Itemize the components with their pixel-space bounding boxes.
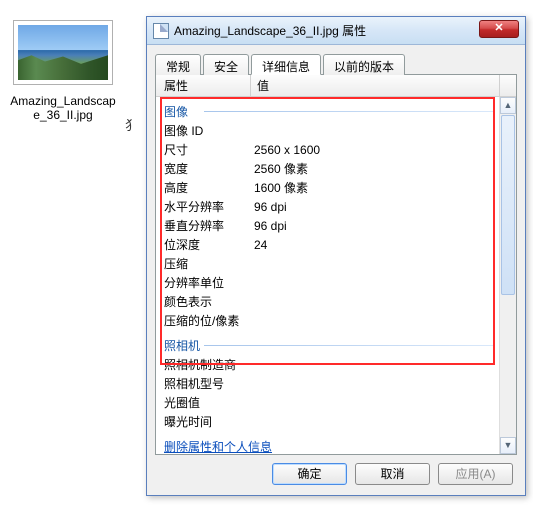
header-value[interactable]: 值 [251, 75, 499, 97]
dialog-footer: 确定 取消 应用(A) [155, 455, 517, 487]
header-property[interactable]: 属性 [156, 75, 251, 96]
title-bar[interactable]: Amazing_Landscape_36_II.jpg 属性 ✕ [147, 17, 525, 45]
list-item: 水平分辨率96 dpi [156, 198, 499, 217]
list-item: 尺寸2560 x 1600 [156, 141, 499, 160]
ok-button[interactable]: 确定 [272, 463, 347, 485]
tab-general[interactable]: 常规 [155, 54, 201, 75]
list-item: 照相机型号 [156, 375, 499, 394]
property-list[interactable]: 图像 图像 ID 尺寸2560 x 1600 宽度2560 像素 高度1600 … [156, 97, 499, 454]
list-item: 颜色表示 [156, 293, 499, 312]
file-name-label: Amazing_Landscape_36_II.jpg [8, 94, 118, 122]
list-item: 照相机制造商 [156, 356, 499, 375]
vertical-scrollbar[interactable]: ▲ ▼ [499, 97, 516, 454]
list-item: 位深度24 [156, 236, 499, 255]
list-item: 分辨率单位 [156, 274, 499, 293]
grid-header: 属性 值 [156, 75, 516, 97]
section-camera: 照相机 [156, 331, 499, 356]
list-item: 压缩的位/像素 [156, 312, 499, 331]
apply-button[interactable]: 应用(A) [438, 463, 513, 485]
cancel-button[interactable]: 取消 [355, 463, 430, 485]
tab-security[interactable]: 安全 [203, 54, 249, 75]
list-item: 宽度2560 像素 [156, 160, 499, 179]
scroll-thumb[interactable] [501, 115, 515, 295]
list-item: 压缩 [156, 255, 499, 274]
properties-dialog: Amazing_Landscape_36_II.jpg 属性 ✕ 常规 安全 详… [146, 16, 526, 496]
file-item[interactable]: Amazing_Landscape_36_II.jpg [8, 20, 118, 122]
details-pane: 属性 值 图像 图像 ID 尺寸2560 x 1600 宽度2560 像素 高度… [155, 75, 517, 455]
tab-details[interactable]: 详细信息 [251, 54, 321, 75]
tab-previous-versions[interactable]: 以前的版本 [323, 54, 405, 75]
close-button[interactable]: ✕ [479, 20, 519, 38]
list-item: 垂直分辨率96 dpi [156, 217, 499, 236]
dialog-title: Amazing_Landscape_36_II.jpg 属性 [174, 22, 366, 39]
remove-properties-link[interactable]: 删除属性和个人信息 [156, 432, 280, 454]
list-item: 光圈值 [156, 394, 499, 413]
file-thumbnail [13, 20, 113, 85]
list-item: 高度1600 像素 [156, 179, 499, 198]
tab-strip: 常规 安全 详细信息 以前的版本 [155, 53, 517, 75]
list-item: 图像 ID [156, 122, 499, 141]
stray-text: 犭 [125, 115, 138, 134]
scroll-down-button[interactable]: ▼ [500, 437, 516, 454]
file-icon [153, 23, 169, 39]
scroll-up-button[interactable]: ▲ [500, 97, 516, 114]
list-item: 曝光时间 [156, 413, 499, 432]
section-image: 图像 [156, 97, 499, 122]
